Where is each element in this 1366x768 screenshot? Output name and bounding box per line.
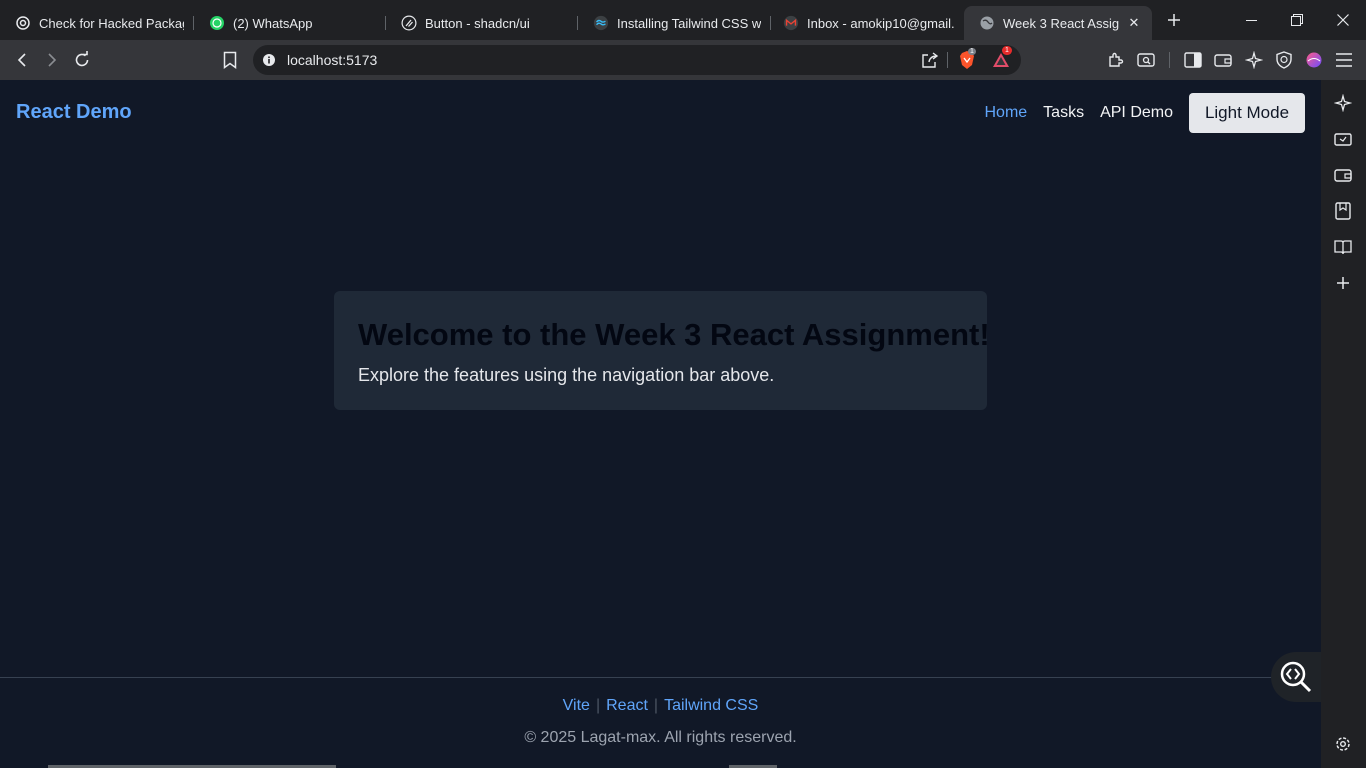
gear-icon: [15, 15, 31, 31]
bookmark-icon[interactable]: [215, 45, 245, 75]
new-tab-button[interactable]: [1160, 6, 1188, 34]
back-icon[interactable]: [7, 45, 37, 75]
forward-icon[interactable]: [37, 45, 67, 75]
sidebar-wallet-icon[interactable]: [1333, 165, 1353, 185]
footer-separator: |: [653, 697, 659, 714]
sidebar-toggle-icon[interactable]: [1178, 45, 1208, 75]
shadcn-icon: [401, 15, 417, 31]
footer-link-tailwind[interactable]: Tailwind CSS: [664, 697, 758, 714]
footer-link-react[interactable]: React: [606, 697, 648, 714]
footer-separator: |: [595, 697, 601, 714]
page-viewport: React Demo Home Tasks API Demo Light Mod…: [0, 80, 1321, 768]
gmail-icon: [783, 15, 799, 31]
sidebar-playlist-icon[interactable]: [1333, 129, 1353, 149]
brave-shields-icon[interactable]: 1: [957, 48, 977, 70]
shields-badge: 1: [968, 48, 976, 55]
browser-sidebar: [1321, 80, 1366, 768]
rewards-badge: 1: [1002, 46, 1012, 55]
omnibox-divider: [947, 52, 948, 68]
tab-title: Button - shadcn/ui: [425, 15, 530, 31]
tailwind-icon: [593, 15, 609, 31]
share-icon[interactable]: [921, 51, 939, 74]
tab-tailwind[interactable]: Installing Tailwind CSS with: [578, 6, 771, 40]
footer-divider: [0, 677, 1321, 678]
tab-whatsapp[interactable]: (2) WhatsApp: [194, 6, 386, 40]
whatsapp-icon: [209, 15, 225, 31]
welcome-title: Welcome to the Week 3 React Assignment!: [358, 317, 990, 352]
browser-toolbar: localhost:5173 1 1: [0, 40, 1366, 80]
nav-tasks-link[interactable]: Tasks: [1043, 104, 1084, 122]
tab-title: Inbox - amokip10@gmail.c: [807, 15, 954, 31]
brand-logo[interactable]: React Demo: [16, 101, 132, 124]
leo-ai-icon[interactable]: [1239, 45, 1269, 75]
window-controls: [1228, 0, 1366, 40]
extensions-icon[interactable]: [1101, 45, 1131, 75]
nav-api-demo-link[interactable]: API Demo: [1100, 104, 1173, 122]
tab-title: Check for Hacked Package: [39, 15, 184, 31]
reload-icon[interactable]: [67, 45, 97, 75]
sidebar-leo-icon[interactable]: [1333, 93, 1353, 113]
sidebar-reading-list-icon[interactable]: [1333, 237, 1353, 257]
address-bar[interactable]: localhost:5173 1 1: [253, 45, 1021, 75]
menu-icon[interactable]: [1329, 45, 1359, 75]
light-mode-button[interactable]: Light Mode: [1189, 93, 1305, 133]
globe-icon: [979, 15, 995, 31]
restore-icon[interactable]: [1274, 0, 1320, 40]
wallet-icon[interactable]: [1208, 45, 1238, 75]
code-search-icon: [1280, 661, 1312, 693]
minimize-icon[interactable]: [1228, 0, 1274, 40]
footer-copyright: © 2025 Lagat-max. All rights reserved.: [524, 729, 797, 746]
brave-rewards-icon[interactable]: 1: [991, 46, 1012, 70]
sidebar-settings-icon[interactable]: [1333, 734, 1353, 754]
url-text: localhost:5173: [287, 52, 378, 68]
tab-gmail[interactable]: Inbox - amokip10@gmail.c: [771, 6, 964, 40]
tab-hacked-package[interactable]: Check for Hacked Package: [0, 6, 194, 40]
welcome-subtitle: Explore the features using the navigatio…: [358, 365, 775, 385]
footer-links: Vite | React | Tailwind CSS: [0, 697, 1321, 715]
close-tab-icon[interactable]: ✕: [1126, 15, 1142, 31]
profile-avatar-icon[interactable]: [1299, 45, 1329, 75]
tab-title: Installing Tailwind CSS with: [617, 15, 761, 31]
tab-week3-react[interactable]: Week 3 React Assignm ✕: [964, 6, 1152, 40]
sidebar-add-icon[interactable]: [1333, 273, 1353, 293]
browser-tab-strip: Check for Hacked Package (2) WhatsApp Bu…: [0, 0, 1366, 40]
navbar: Home Tasks API Demo Light Mode: [984, 93, 1305, 133]
tab-title: Week 3 React Assignm: [1003, 15, 1120, 31]
close-window-icon[interactable]: [1320, 0, 1366, 40]
nav-home-link[interactable]: Home: [984, 104, 1027, 122]
tab-title: (2) WhatsApp: [233, 15, 313, 31]
tab-search-icon[interactable]: [1131, 45, 1161, 75]
toolbar-divider: [1169, 52, 1170, 68]
vpn-shield-icon[interactable]: [1269, 45, 1299, 75]
sidebar-bookmarks-icon[interactable]: [1333, 201, 1353, 221]
welcome-card: Welcome to the Week 3 React Assignment! …: [334, 291, 990, 410]
inspector-float-button[interactable]: [1271, 652, 1321, 702]
footer-link-vite[interactable]: Vite: [563, 697, 590, 714]
tab-shadcn[interactable]: Button - shadcn/ui: [386, 6, 578, 40]
info-icon[interactable]: [263, 54, 275, 66]
